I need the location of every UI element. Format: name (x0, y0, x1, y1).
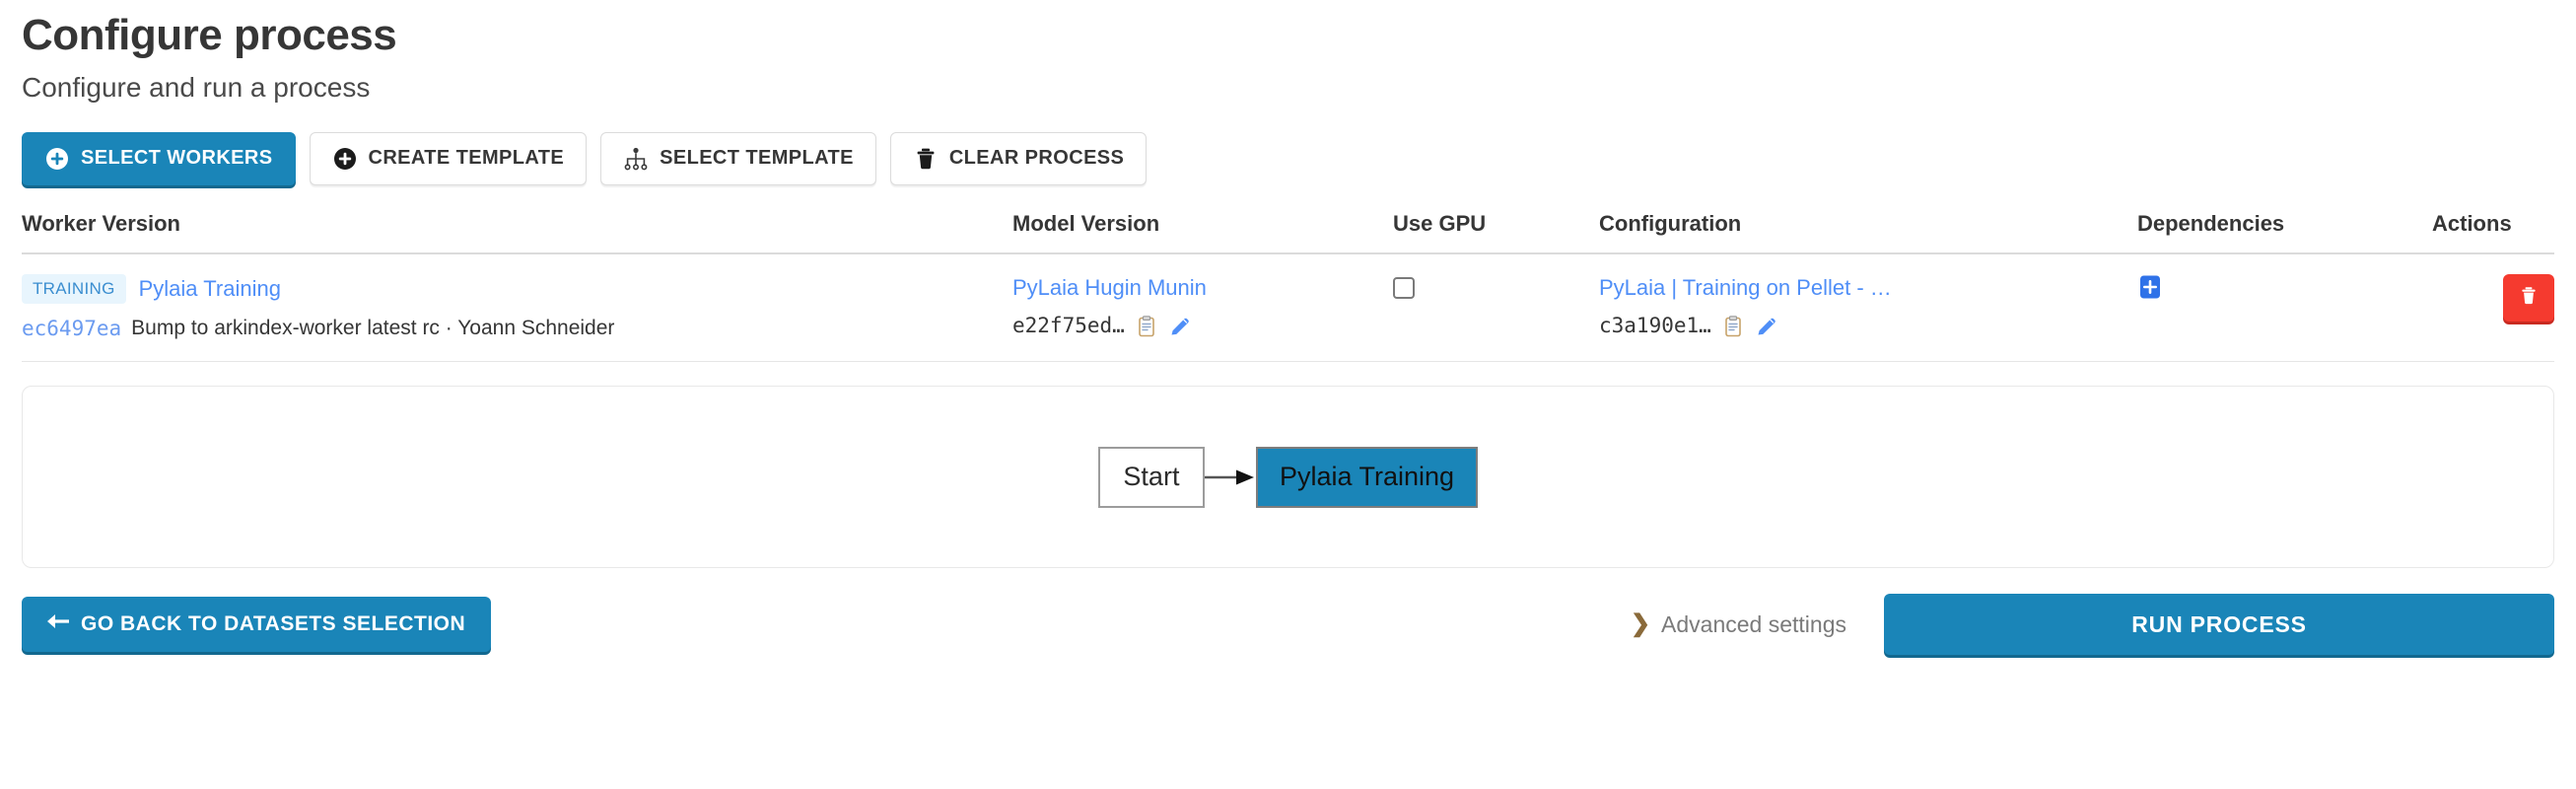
footer-bar: Go back to datasets selection ❯ Advanced… (22, 594, 2554, 656)
pencil-icon[interactable] (1168, 315, 1192, 338)
worker-versions-table: Worker Version Model Version Use GPU Con… (22, 211, 2554, 362)
use-gpu-checkbox[interactable] (1393, 276, 1415, 299)
cell-worker-version: TRAINING Pylaia Training ec6497ea Bump t… (22, 253, 1012, 362)
table-row: TRAINING Pylaia Training ec6497ea Bump t… (22, 253, 2554, 362)
plus-circle-icon (332, 146, 358, 172)
clipboard-icon[interactable] (1721, 315, 1745, 338)
advanced-settings-toggle[interactable]: ❯ Advanced settings (1631, 611, 1846, 638)
process-diagram: Start Pylaia Training (22, 386, 2554, 569)
configuration-link[interactable]: PyLaia | Training on Pellet - … (1599, 274, 1892, 302)
select-workers-button[interactable]: Select workers (22, 131, 296, 185)
select-template-label: Select template (660, 147, 854, 170)
commit-message: Bump to arkindex-worker latest rc · Yoan… (131, 316, 615, 339)
select-template-button[interactable]: Select template (600, 131, 876, 185)
column-header-use-gpu: Use GPU (1393, 210, 1487, 236)
model-version-link[interactable]: PyLaia Hugin Munin (1012, 274, 1207, 302)
diagram-node-worker-label: Pylaia Training (1279, 462, 1455, 492)
clear-process-label: Clear process (948, 147, 1125, 170)
status-badge: TRAINING (22, 273, 126, 304)
go-back-label: Go back to datasets selection (81, 612, 466, 636)
clear-process-button[interactable]: Clear process (889, 131, 1148, 185)
chevron-right-icon: ❯ (1630, 610, 1651, 638)
clipboard-icon[interactable] (1135, 315, 1158, 338)
select-workers-label: Select workers (81, 147, 273, 170)
cell-actions (2432, 253, 2554, 362)
cell-configuration: PyLaia | Training on Pellet - … c3a190e1… (1599, 253, 2137, 362)
configuration-id: c3a190e1… (1599, 314, 1711, 338)
toolbar: Select workers Create template (22, 131, 2554, 185)
worker-name-link[interactable]: Pylaia Training (139, 275, 281, 303)
diagram-node-worker[interactable]: Pylaia Training (1255, 446, 1479, 508)
plus-circle-icon (44, 146, 70, 172)
column-header-worker-version: Worker Version (22, 210, 180, 236)
cell-use-gpu (1393, 253, 1599, 362)
pencil-icon[interactable] (1755, 315, 1778, 338)
diagram-node-start-label: Start (1123, 462, 1180, 492)
delete-worker-button[interactable] (2503, 273, 2554, 322)
column-header-configuration: Configuration (1599, 210, 1742, 236)
plus-square-icon[interactable] (2137, 274, 2163, 300)
commit-hash-link[interactable]: ec6497ea (22, 316, 121, 341)
cell-model-version: PyLaia Hugin Munin e22f75ed… (1012, 253, 1393, 362)
column-header-model-version: Model Version (1012, 210, 1160, 236)
arrow-left-icon (47, 611, 69, 637)
page-subtitle: Configure and run a process (22, 72, 371, 104)
go-back-button[interactable]: Go back to datasets selection (22, 597, 492, 653)
column-header-dependencies: Dependencies (2137, 210, 2285, 236)
table-header-row: Worker Version Model Version Use GPU Con… (22, 211, 2554, 253)
trash-icon (913, 146, 939, 172)
advanced-settings-label: Advanced settings (1661, 610, 1846, 637)
diagram-node-start[interactable]: Start (1097, 446, 1205, 508)
configure-process-page: Configure process Configure and run a pr… (0, 0, 2576, 789)
trash-icon (2518, 285, 2540, 310)
cell-dependencies (2137, 253, 2432, 362)
diagram-flow: Start Pylaia Training (1097, 446, 1479, 508)
page-title: Configure process (22, 11, 397, 59)
run-process-button[interactable]: Run process (1884, 594, 2554, 656)
model-version-id: e22f75ed… (1012, 314, 1125, 338)
arrow-right-icon (1204, 467, 1256, 487)
sitemap-icon (623, 146, 649, 172)
create-template-label: Create template (368, 147, 565, 170)
column-header-actions: Actions (2432, 210, 2512, 236)
footer-right-group: ❯ Advanced settings Run process (1631, 594, 2554, 656)
create-template-button[interactable]: Create template (309, 131, 588, 185)
